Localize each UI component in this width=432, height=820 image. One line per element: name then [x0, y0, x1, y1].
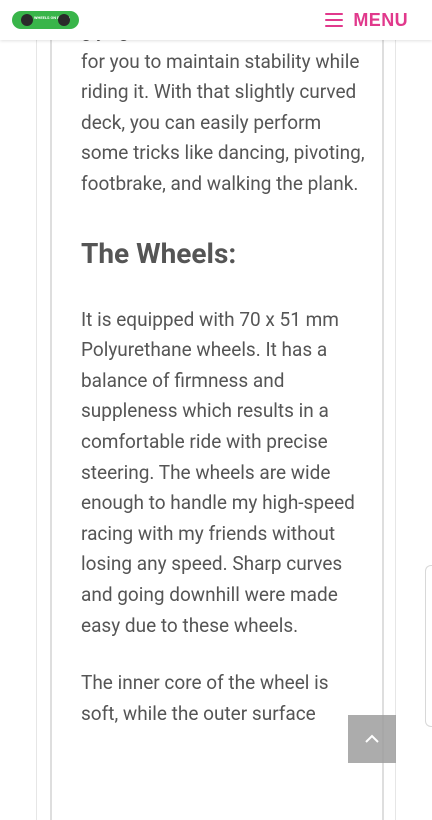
logo-text: WHEELS ON BOARD — [34, 15, 71, 20]
section-heading-wheels: The Wheels: — [81, 236, 237, 270]
paragraph-inner-core: The inner core of the wheel is soft, whi… — [81, 671, 329, 725]
paragraph-text: for you to maintain stability while ridi… — [81, 49, 365, 195]
article-body: g y , g for you to maintain stability wh… — [81, 16, 366, 729]
paragraph-wheels: It is equipped with 70 x 51 mm Polyureth… — [81, 307, 355, 637]
logo-wheel-icon — [21, 14, 33, 26]
menu-label: MENU — [353, 9, 408, 30]
hamburger-icon — [325, 13, 344, 27]
site-header: WHEELS ON BOARD MENU — [0, 0, 432, 40]
menu-button[interactable]: MENU — [325, 8, 408, 32]
scroll-to-top-button[interactable] — [348, 715, 396, 763]
chevron-up-icon — [365, 734, 379, 743]
logo-wheel-icon — [58, 14, 70, 26]
site-logo[interactable]: WHEELS ON BOARD — [12, 11, 79, 29]
paragraph-stability: g y , g for you to maintain stability wh… — [81, 16, 366, 200]
side-drawer-tab[interactable] — [425, 565, 432, 727]
